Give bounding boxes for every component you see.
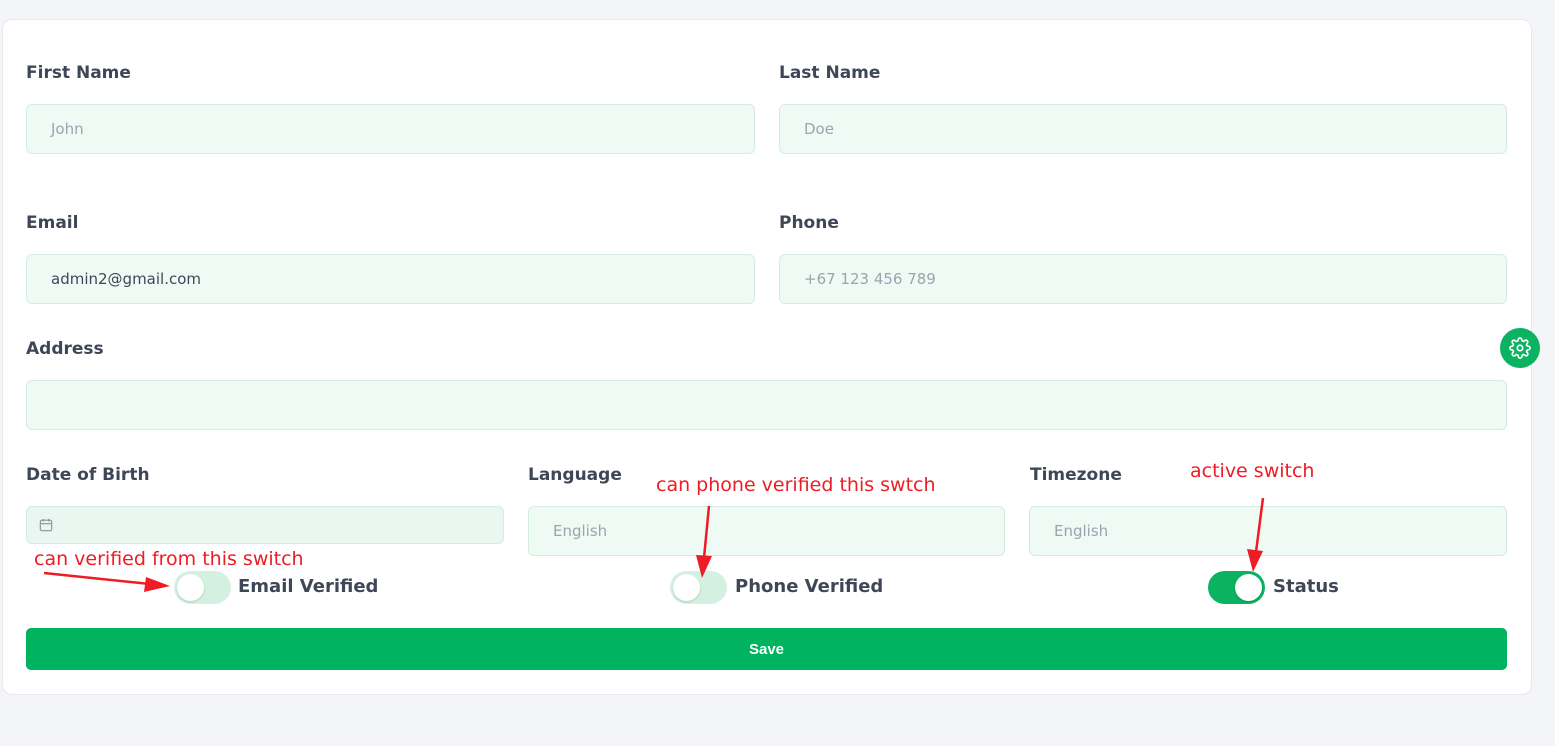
status-switch-annotation: active switch — [1190, 460, 1315, 482]
toggle-knob — [1235, 574, 1262, 601]
email-switch-annotation: can verified from this switch — [34, 548, 304, 570]
email-verified-label: Email Verified — [238, 576, 379, 597]
settings-button[interactable] — [1500, 328, 1540, 368]
timezone-input[interactable]: English — [1029, 506, 1507, 556]
gear-icon — [1509, 337, 1531, 359]
date-of-birth-input[interactable] — [26, 506, 504, 544]
first-name-input[interactable]: John — [26, 104, 755, 154]
save-button[interactable]: Save — [26, 628, 1507, 670]
phone-verified-label: Phone Verified — [735, 576, 884, 597]
toggle-knob — [673, 574, 700, 601]
phone-verified-toggle[interactable] — [670, 571, 727, 604]
phone-input[interactable]: +67 123 456 789 — [779, 254, 1507, 304]
toggle-knob — [177, 574, 204, 601]
email-label: Email — [26, 213, 79, 233]
address-input[interactable] — [26, 380, 1507, 430]
language-label: Language — [528, 465, 622, 485]
last-name-input[interactable]: Doe — [779, 104, 1507, 154]
calendar-icon — [39, 518, 53, 532]
phone-label: Phone — [779, 213, 839, 233]
phone-switch-annotation: can phone verified this swtch — [656, 474, 936, 496]
last-name-label: Last Name — [779, 63, 881, 83]
language-input[interactable]: English — [528, 506, 1005, 556]
status-label: Status — [1273, 576, 1339, 597]
email-verified-toggle[interactable] — [174, 571, 231, 604]
timezone-label: Timezone — [1030, 465, 1122, 485]
status-toggle[interactable] — [1208, 571, 1265, 604]
first-name-label: First Name — [26, 63, 131, 83]
address-label: Address — [26, 339, 104, 359]
date-of-birth-label: Date of Birth — [26, 465, 150, 485]
email-input[interactable]: admin2@gmail.com — [26, 254, 755, 304]
